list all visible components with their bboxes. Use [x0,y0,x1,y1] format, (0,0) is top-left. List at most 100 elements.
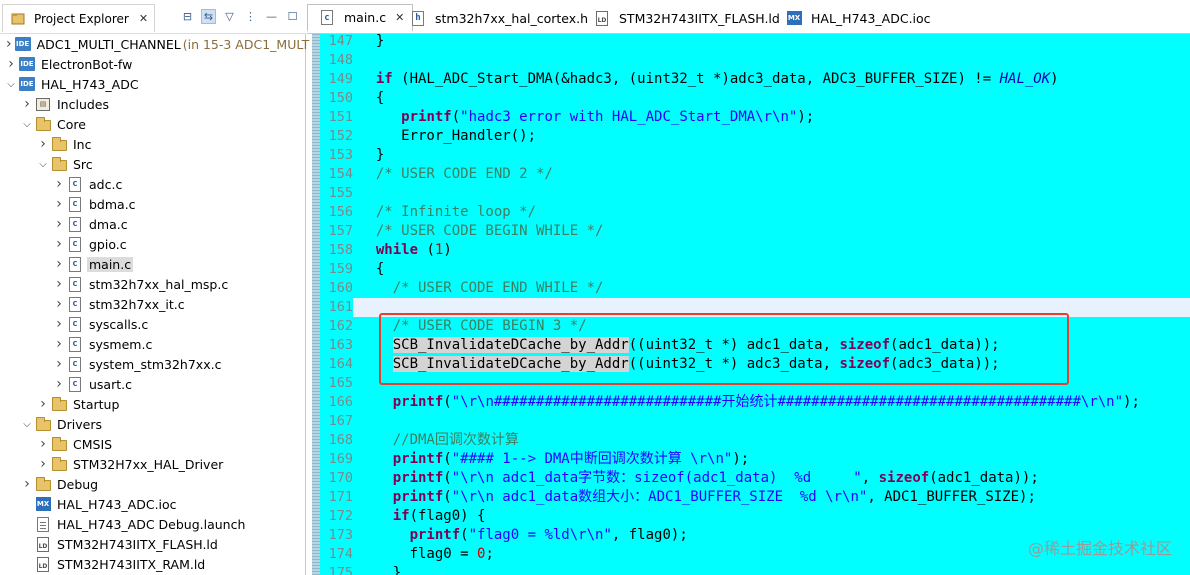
tree-item[interactable]: › c stm32h7xx_it.c [0,294,306,314]
editor-tab[interactable]: c main.c ✕ [307,4,414,32]
tree-item[interactable]: › CMSIS [0,434,306,454]
tree-item[interactable]: › Startup [0,394,306,414]
editor-tab[interactable]: LD STM32H743IITX_FLASH.ld [583,4,788,32]
tree-item[interactable]: ⌵ Core [0,114,306,134]
tree-item[interactable]: › ▤ Includes [0,94,306,114]
folder-icon [35,476,51,492]
chevron-right-icon[interactable]: › [54,174,64,194]
code-line[interactable]: printf("flag0 = %ld\r\n", flag0); [359,526,688,545]
tree-item[interactable]: › c usart.c [0,374,306,394]
chevron-down-icon[interactable]: ⌵ [22,114,32,134]
editor-tab[interactable]: MX HAL_H743_ADC.ioc [775,4,939,32]
code-line[interactable]: if(flag0) { [359,507,486,526]
chevron-right-icon[interactable]: › [38,394,48,414]
tree-item[interactable]: › Debug [0,474,306,494]
tree-item[interactable]: ⌵ Drivers [0,414,306,434]
tree-spacer[interactable] [22,534,32,554]
chevron-down-icon[interactable]: ⌵ [38,154,48,174]
chevron-right-icon[interactable]: › [54,294,64,314]
code-line[interactable]: /* USER CODE END WHILE */ [359,279,604,298]
chevron-right-icon[interactable]: › [54,314,64,334]
code-line[interactable]: /* Infinite loop */ [359,203,536,222]
tree-item[interactable]: › c system_stm32h7xx.c [0,354,306,374]
tree-item[interactable]: MX HAL_H743_ADC.ioc [0,494,306,514]
code-line[interactable]: /* USER CODE END 2 */ [359,165,553,184]
tree-item[interactable]: › c syscalls.c [0,314,306,334]
code-line[interactable]: printf("\r\n adc1_data数组大小：ADC1_BUFFER_S… [359,488,1036,507]
maximize-icon[interactable]: ☐ [285,9,300,24]
chevron-right-icon[interactable]: › [22,94,32,114]
code-line[interactable]: //DMA回调次数计算 [359,431,519,450]
chevron-right-icon[interactable]: › [38,434,48,454]
line-number: 154 [328,166,353,182]
chevron-right-icon[interactable]: › [54,334,64,354]
chevron-right-icon[interactable]: › [54,234,64,254]
tree-item[interactable]: › c gpio.c [0,234,306,254]
tree-item[interactable]: › c sysmem.c [0,334,306,354]
code-token: ( [451,109,461,125]
code-line[interactable]: flag0 = 0; [359,545,494,564]
chevron-right-icon[interactable]: › [6,34,12,54]
tree-spacer[interactable] [22,514,32,534]
tree-item[interactable]: › Inc [0,134,306,154]
code-line[interactable]: printf("\r\n adc1_data字节数：sizeof(adc1_da… [359,469,1039,488]
tree-item-location: (in 15-3 ADC1_MULT [182,36,310,52]
chevron-right-icon[interactable]: › [54,274,64,294]
chevron-right-icon[interactable]: › [54,374,64,394]
view-menu-icon[interactable]: ⋮ [243,9,258,24]
collapse-all-icon[interactable]: ⊟ [180,9,195,24]
code-line[interactable]: { [359,260,384,279]
code-line[interactable]: { [359,89,384,108]
code-line[interactable]: while (1) [359,241,452,260]
code-token: /* USER CODE END WHILE */ [359,280,604,296]
tree-item[interactable]: › c dma.c [0,214,306,234]
code-line[interactable]: /* USER CODE BEGIN WHILE */ [359,222,604,241]
chevron-right-icon[interactable]: › [6,54,16,74]
code-editor[interactable]: } if (HAL_ADC_Start_DMA(&hadc3, (uint32_… [353,32,1190,575]
tree-spacer[interactable] [22,494,32,514]
chevron-right-icon[interactable]: › [38,454,48,474]
filter-icon[interactable]: ▽ [222,9,237,24]
chevron-right-icon[interactable]: › [54,194,64,214]
tree-item[interactable]: › IDE ADC1_MULTI_CHANNEL (in 15-3 ADC1_MUL… [0,34,309,54]
c-file-icon: c [67,176,83,192]
code-line[interactable]: printf("#### 1--> DMA中断回调次数计算 \r\n"); [359,450,749,469]
line-number: 162 [328,318,353,334]
code-line[interactable]: } [359,564,401,575]
tree-item[interactable]: LD STM32H743IITX_RAM.ld [0,554,306,574]
tree-item[interactable]: › c stm32h7xx_hal_msp.c [0,274,306,294]
code-line[interactable]: } [359,146,384,165]
chevron-right-icon[interactable]: › [54,254,64,274]
code-line[interactable]: } [359,32,384,51]
minimize-icon[interactable]: — [264,9,279,24]
chevron-right-icon[interactable]: › [54,354,64,374]
code-line[interactable]: if (HAL_ADC_Start_DMA(&hadc3, (uint32_t … [359,70,1059,89]
link-with-editor-icon[interactable]: ⇆ [201,9,216,24]
editor-tab[interactable]: h stm32h7xx_hal_cortex.h [399,4,596,32]
code-token: //DMA回调次数计算 [359,432,519,448]
tree-item[interactable]: › c bdma.c [0,194,306,214]
chevron-right-icon[interactable]: › [38,134,48,154]
chevron-down-icon[interactable]: ⌵ [6,74,16,94]
code-line[interactable]: printf("\r\n###########################开… [359,393,1140,412]
chevron-right-icon[interactable]: › [22,474,32,494]
project-explorer-panel: Project Explorer ✕ ⊟ ⇆ ▽ ⋮ — ☐ › IDE ADC1_… [0,0,309,575]
project-explorer-tab[interactable]: Project Explorer ✕ [2,4,156,32]
chevron-right-icon[interactable]: › [54,214,64,234]
tree-item[interactable]: ⌵ Src [0,154,306,174]
close-icon[interactable]: ✕ [139,12,148,25]
tree-item[interactable]: LD STM32H743IITX_FLASH.ld [0,534,306,554]
tree-item[interactable]: › IDE ElectronBot-fw [0,54,306,74]
line-number: 166 [328,394,353,410]
linker-file-icon: LD [594,10,610,26]
tree-item[interactable]: ⌵ IDE HAL_H743_ADC [0,74,306,94]
code-line[interactable]: printf("hadc3 error with HAL_ADC_Start_D… [359,108,814,127]
tree-item[interactable]: › c adc.c [0,174,306,194]
chevron-down-icon[interactable]: ⌵ [22,414,32,434]
tree-item[interactable]: › STM32H7xx_HAL_Driver [0,454,306,474]
tree-item[interactable]: › c main.c [0,254,306,274]
tree-spacer[interactable] [22,554,32,574]
tree-item[interactable]: HAL_H743_ADC Debug.launch [0,514,306,534]
code-line[interactable]: Error_Handler(); [359,127,536,146]
